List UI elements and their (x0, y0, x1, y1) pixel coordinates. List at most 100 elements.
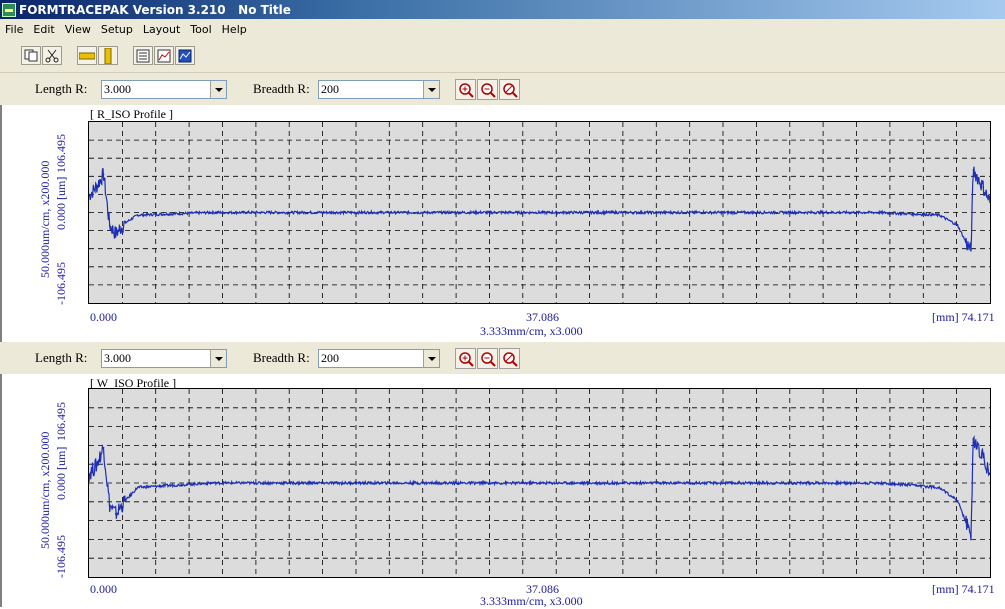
title-bar: FORMTRACEPAK Version 3.210 No Title (0, 0, 1005, 19)
profile-data-point (982, 186, 984, 188)
profile-data-point (209, 211, 212, 214)
app-icon (2, 2, 16, 17)
graph-icon (157, 49, 171, 62)
profile-data-point (108, 224, 111, 226)
profile-data-point (124, 499, 127, 502)
y-axis-unit-label: 50.000um/cm, x200.000 (38, 431, 52, 549)
zoom-in-button[interactable] (455, 79, 476, 100)
length-select[interactable]: 3.000 (101, 80, 227, 99)
horizontal-ruler-icon (79, 52, 95, 59)
y-axis-top-label: 106.495 (54, 402, 68, 441)
y-axis-mid-label: 0.000 [um] (54, 446, 68, 500)
menu-layout[interactable]: Layout (138, 23, 185, 36)
analysis-icon (178, 49, 192, 62)
profile-data-point (877, 482, 880, 484)
zoom-fit-button[interactable] (499, 348, 520, 369)
chevron-down-icon[interactable] (423, 350, 439, 367)
analysis-button[interactable] (175, 46, 195, 65)
profile-data-point (938, 214, 941, 216)
profile-data-point (972, 169, 975, 171)
menu-edit[interactable]: Edit (28, 23, 59, 36)
chart-title: [ R_ISO Profile ] (90, 107, 173, 121)
profile-data-point (938, 486, 941, 489)
menu-view[interactable]: View (60, 23, 96, 36)
breadth-label: Breadth R: (253, 81, 310, 96)
profile-data-point (102, 446, 105, 449)
toolbar (0, 39, 1005, 73)
list-view-button[interactable] (133, 46, 153, 65)
x-axis-mid-label: 37.086 (526, 310, 559, 324)
zoom-fit-button[interactable] (499, 79, 520, 100)
zoom-in-icon (458, 82, 474, 98)
profile-data-point (114, 513, 117, 515)
zoom-out-icon (480, 82, 496, 98)
profile-data-point (982, 455, 984, 458)
x-axis-left-label: 0.000 (90, 582, 117, 596)
w-iso-plot-area[interactable] (88, 388, 991, 578)
profile-data-point (972, 438, 975, 440)
breadth-select[interactable]: 200 (318, 349, 440, 368)
menu-setup[interactable]: Setup (96, 23, 138, 36)
profile-data-point (95, 186, 98, 188)
profile-data-point (956, 224, 959, 226)
length-select[interactable]: 3.000 (101, 349, 227, 368)
zoom-out-button[interactable] (477, 348, 498, 369)
chevron-down-icon[interactable] (210, 350, 226, 367)
chevron-down-icon[interactable] (423, 81, 439, 98)
length-value: 3.000 (104, 82, 131, 96)
y-axis-unit-label: 50.000um/cm, x200.000 (38, 160, 52, 278)
profile-data-point (970, 249, 972, 252)
menu-file[interactable]: File (0, 23, 28, 36)
ruler-h-button[interactable] (77, 46, 97, 65)
vertical-ruler-icon (104, 47, 112, 64)
profile-data-point (956, 499, 959, 502)
breadth-value: 200 (321, 351, 339, 365)
profile-data-point (136, 486, 139, 489)
menu-tool[interactable]: Tool (185, 23, 216, 36)
breadth-select[interactable]: 200 (318, 80, 440, 99)
y-axis-top-label: 106.495 (54, 134, 68, 173)
x-axis-left-label: 0.000 (90, 310, 117, 324)
length-label: Length R: (35, 350, 88, 365)
profile-data-point (124, 221, 127, 224)
zoom-out-button[interactable] (477, 79, 498, 100)
zoom-fit-icon (502, 351, 518, 367)
profile-data-point (989, 201, 990, 204)
ruler-v-button[interactable] (98, 46, 118, 65)
x-axis-right-label: [mm] 74.171 (932, 582, 995, 596)
breadth-label: Breadth R: (253, 350, 310, 365)
y-axis-bottom-label: -106.495 (54, 262, 68, 305)
profile-data-point (538, 211, 541, 214)
zoom-in-button[interactable] (455, 348, 476, 369)
cut-button[interactable] (42, 46, 62, 65)
breadth-value: 200 (321, 82, 339, 96)
profile-chart-svg (89, 122, 990, 303)
menu-bar: File Edit View Setup Layout Tool Help (0, 19, 1005, 39)
list-icon (136, 49, 150, 62)
y-axis-bottom-label: -106.495 (54, 535, 68, 578)
profile-data-point (102, 173, 105, 176)
profile-data-point (136, 214, 139, 216)
profile-data-point (970, 535, 972, 537)
profile-data-point (538, 482, 541, 484)
x-axis-scale-label: 3.333mm/cm, x3.000 (480, 324, 583, 338)
copy-button[interactable] (21, 46, 41, 65)
r-iso-profile-panel: [ R_ISO Profile ] 50.000um/cm, x200.000 … (0, 105, 1005, 342)
graph-view-button[interactable] (154, 46, 174, 65)
profile-data-point (877, 211, 880, 214)
profile-data-point (95, 464, 98, 467)
menu-help[interactable]: Help (217, 23, 252, 36)
zoom-out-icon (480, 351, 496, 367)
zoom-in-icon (458, 351, 474, 367)
profile-data-point (965, 241, 967, 243)
profile-data-point (209, 482, 212, 484)
r-iso-plot-area[interactable] (88, 121, 991, 304)
y-axis-mid-label: 0.000 [um] (54, 176, 68, 230)
chevron-down-icon[interactable] (210, 81, 226, 98)
scissors-icon (45, 49, 59, 62)
length-value: 3.000 (104, 351, 131, 365)
w-iso-profile-panel: [ W_ISO Profile ] 50.000um/cm, x200.000 … (0, 374, 1005, 608)
copy-icon (24, 49, 38, 62)
profile-trace-line (89, 435, 990, 541)
x-axis-right-label: [mm] 74.171 (932, 310, 995, 324)
